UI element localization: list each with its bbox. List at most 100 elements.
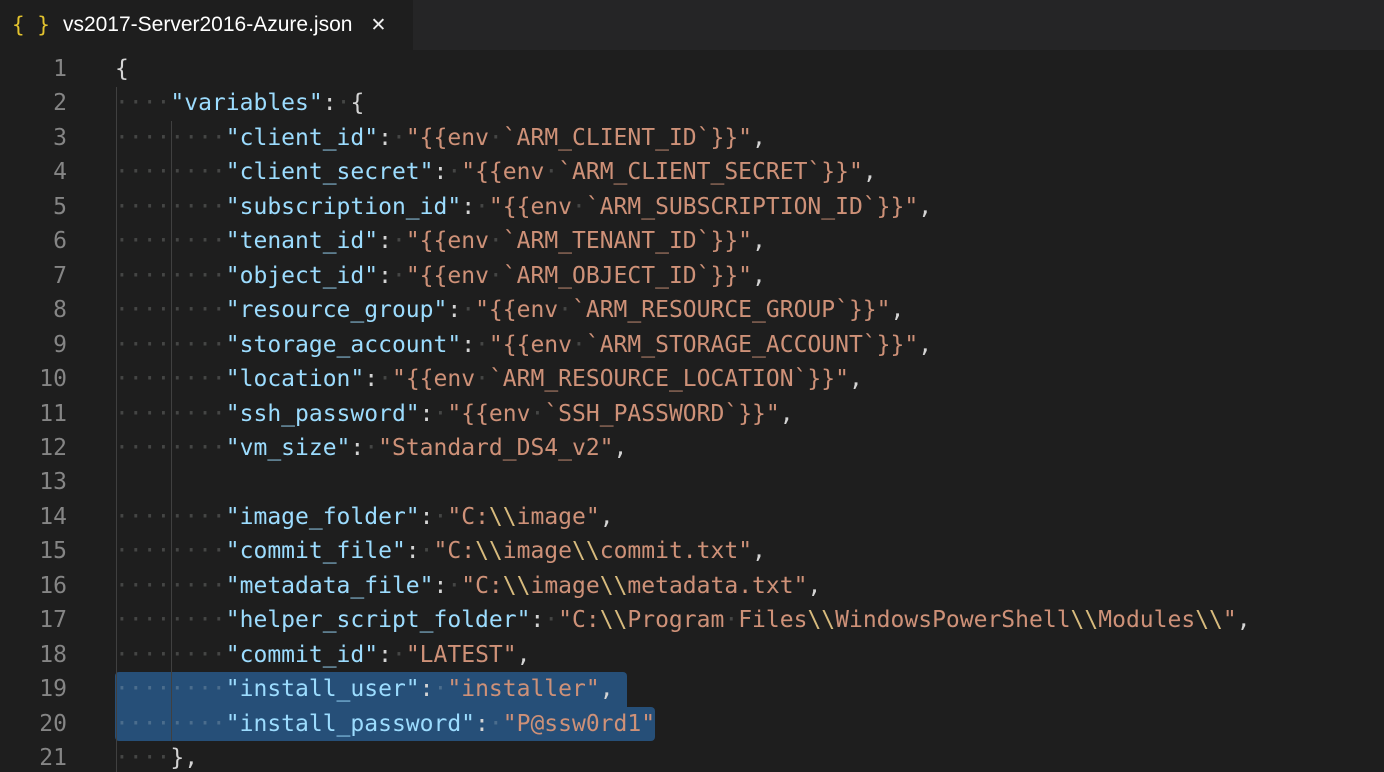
code-line[interactable]: 11········"ssh_password":·"{{env·`SSH_PA…: [0, 397, 1384, 431]
token-punc: ,: [891, 297, 905, 323]
code-text: ········"commit_id":·"LATEST",: [115, 638, 530, 672]
tab-close-button[interactable]: ✕: [370, 16, 386, 35]
line-number[interactable]: 21: [0, 741, 67, 772]
token-esc: \\: [1195, 607, 1223, 633]
token-str: "{{env: [447, 401, 530, 427]
token-punc: {: [350, 90, 364, 116]
line-number[interactable]: 18: [0, 638, 67, 672]
token-ws: ·: [378, 366, 392, 392]
code-line[interactable]: 3 ········"client_id":·"{{env·`ARM_CLIENT…: [0, 121, 1384, 155]
token-punc: :: [434, 573, 448, 599]
token-str: "LATEST": [406, 642, 517, 668]
token-ws: ·: [572, 332, 586, 358]
code-line[interactable]: 13: [0, 465, 1384, 499]
line-number[interactable]: 6: [0, 224, 67, 258]
line-number[interactable]: 7: [0, 259, 67, 293]
line-number[interactable]: 20: [0, 707, 67, 741]
code-text: ········"metadata_file":·"C:\\image\\met…: [115, 569, 821, 603]
code-line[interactable]: 7········"object_id":·"{{env·`ARM_OBJECT…: [0, 259, 1384, 293]
token-str: "{{env: [475, 297, 558, 323]
token-punc: :: [475, 711, 489, 737]
code-line[interactable]: 20········"install_password":·"P@ssw0rd1…: [0, 707, 1384, 741]
code-line[interactable]: 6········"tenant_id":·"{{env·`ARM_TENANT…: [0, 224, 1384, 258]
token-punc: ,: [780, 401, 794, 427]
line-number[interactable]: 11: [0, 397, 67, 431]
code-text: ········"client_id":·"{{env·`ARM_CLIENT_…: [115, 121, 766, 155]
token-punc: ,: [614, 435, 628, 461]
token-str: `ARM_SUBSCRIPTION_ID`}}": [586, 194, 918, 220]
line-number[interactable]: 16: [0, 569, 67, 603]
token-ws: ·: [475, 366, 489, 392]
line-number[interactable]: 15: [0, 534, 67, 568]
editor-pane[interactable]: 1{2····"variables":·{3········"client_id…: [0, 50, 1384, 772]
token-punc: :: [323, 90, 337, 116]
token-key: "vm_size": [226, 435, 351, 461]
token-punc: :: [461, 332, 475, 358]
line-number[interactable]: 10: [0, 362, 67, 396]
token-ws: ········: [115, 607, 226, 633]
token-punc: ,: [1237, 607, 1251, 633]
token-ws: ·: [489, 263, 503, 289]
code-line[interactable]: 19········"install_user":·"installer",: [0, 672, 1384, 706]
code-line[interactable]: 12········"vm_size":·"Standard_DS4_v2",: [0, 431, 1384, 465]
token-str: Program: [627, 607, 724, 633]
code-line[interactable]: 10········"location":·"{{env·`ARM_RESOUR…: [0, 362, 1384, 396]
token-ws: ·: [461, 297, 475, 323]
token-punc: :: [434, 159, 448, 185]
json-file-icon: { }: [12, 15, 50, 36]
line-number[interactable]: 17: [0, 603, 67, 637]
token-ws: ·: [489, 125, 503, 151]
tab-vs2017-server2016-azure-json[interactable]: { } vs2017-Server2016-Azure.json ✕: [0, 0, 413, 50]
token-esc: \\: [1071, 607, 1099, 633]
line-number[interactable]: 19: [0, 672, 67, 706]
line-number[interactable]: 4: [0, 155, 67, 189]
token-punc: ,: [752, 263, 766, 289]
code-line[interactable]: 14········"image_folder":·"C:\\image",: [0, 500, 1384, 534]
token-ws: ········: [115, 159, 226, 185]
token-key: "install_password": [226, 711, 475, 737]
code-line[interactable]: 16 ········"metadata_file":·"C:\\image\\m…: [0, 569, 1384, 603]
line-number[interactable]: 2: [0, 86, 67, 120]
code-line[interactable]: 18 ········"commit_id":·"LATEST",: [0, 638, 1384, 672]
code-line[interactable]: 1{: [0, 52, 1384, 86]
token-ws: ········: [115, 263, 226, 289]
token-ws: ·: [489, 228, 503, 254]
token-punc: ,: [600, 676, 614, 702]
code-text: ········"subscription_id":·"{{env·`ARM_S…: [115, 190, 932, 224]
token-ws: ·: [420, 538, 434, 564]
token-ws: ·: [489, 711, 503, 737]
code-line[interactable]: 4 ········"client_secret":·"{{env·`ARM_CL…: [0, 155, 1384, 189]
token-str: "{{env: [406, 125, 489, 151]
token-ws: ·: [434, 504, 448, 530]
line-number[interactable]: 1: [0, 52, 67, 86]
code-line[interactable]: 21····},: [0, 741, 1384, 772]
code-line[interactable]: 9········"storage_account":·"{{env·`ARM_…: [0, 328, 1384, 362]
code-text: ········"client_secret":·"{{env·`ARM_CLI…: [115, 155, 877, 189]
line-number[interactable]: 9: [0, 328, 67, 362]
token-key: "subscription_id": [226, 194, 461, 220]
line-number[interactable]: 14: [0, 500, 67, 534]
token-punc: :: [378, 642, 392, 668]
token-ws: ········: [115, 332, 226, 358]
line-number[interactable]: 13: [0, 465, 67, 499]
line-number[interactable]: 5: [0, 190, 67, 224]
token-ws: ········: [115, 538, 226, 564]
token-punc: :: [420, 676, 434, 702]
token-ws: ········: [115, 297, 226, 323]
token-ws: ·: [447, 573, 461, 599]
code-line[interactable]: 5 ········"subscription_id":·"{{env·`ARM_…: [0, 190, 1384, 224]
token-str: WindowsPowerShell: [835, 607, 1070, 633]
code-line[interactable]: 2····"variables":·{: [0, 86, 1384, 120]
token-key: "variables": [170, 90, 322, 116]
code-line[interactable]: 8········"resource_group":·"{{env·`ARM_R…: [0, 293, 1384, 327]
code-line[interactable]: 15········"commit_file":·"C:\\image\\com…: [0, 534, 1384, 568]
token-str: "C:: [434, 538, 476, 564]
token-punc: {: [115, 56, 129, 82]
code-line[interactable]: 17········"helper_script_folder":·"C:\\P…: [0, 603, 1384, 637]
line-number[interactable]: 3: [0, 121, 67, 155]
token-ws: ········: [115, 711, 226, 737]
line-number[interactable]: 12: [0, 431, 67, 465]
line-number[interactable]: 8: [0, 293, 67, 327]
token-ws: ·: [392, 228, 406, 254]
token-str: `ARM_OBJECT_ID`}}": [503, 263, 752, 289]
